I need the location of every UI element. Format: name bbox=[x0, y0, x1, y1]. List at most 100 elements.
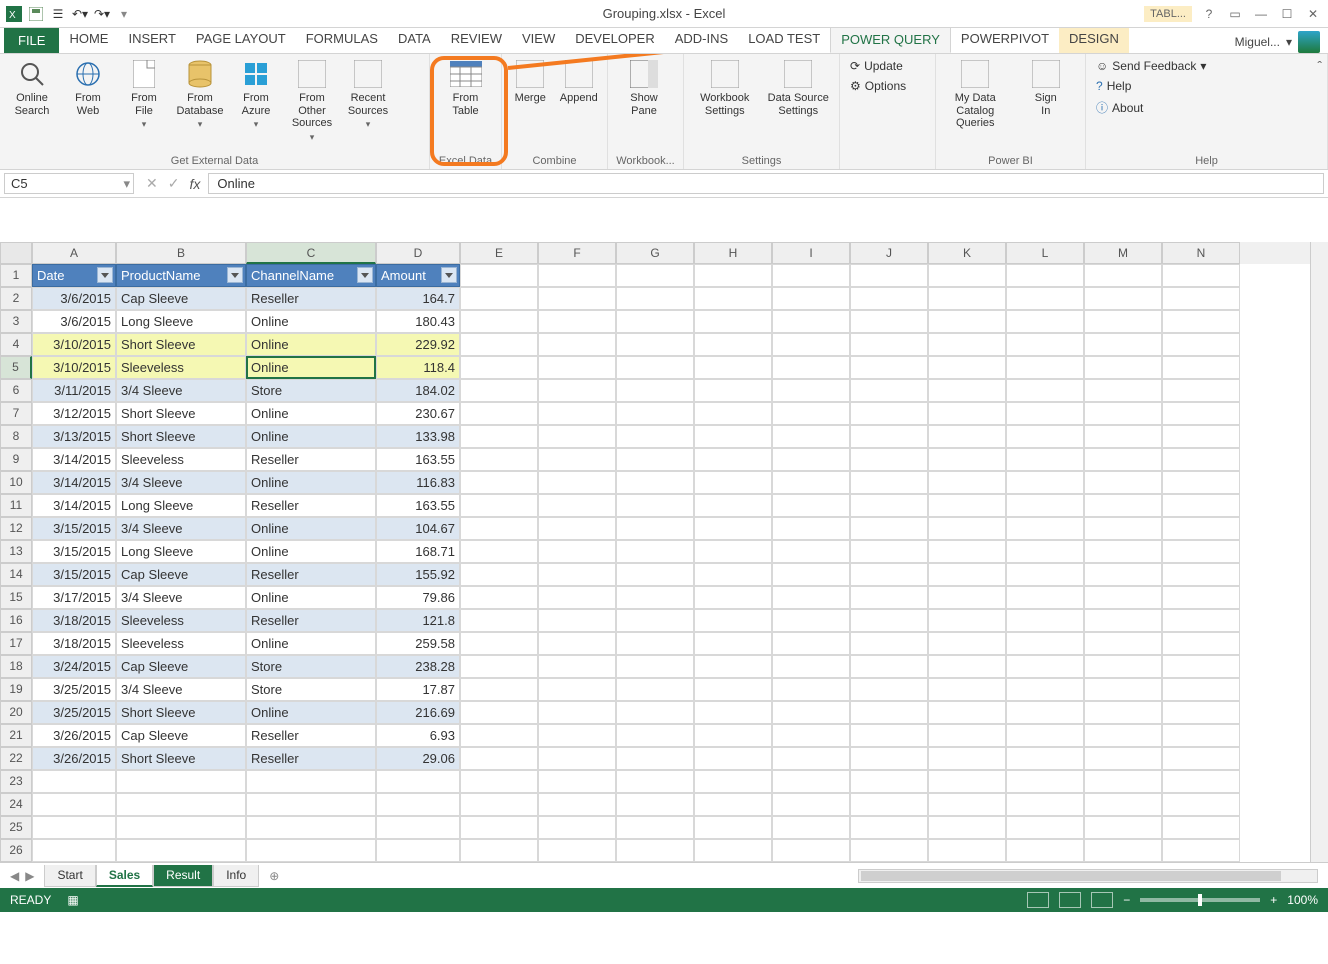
row-header[interactable]: 3 bbox=[0, 310, 32, 333]
cell[interactable]: 216.69 bbox=[376, 701, 460, 724]
cell[interactable]: Online bbox=[246, 517, 376, 540]
cell[interactable]: 3/13/2015 bbox=[32, 425, 116, 448]
cell[interactable]: 3/11/2015 bbox=[32, 379, 116, 402]
save-icon[interactable] bbox=[28, 6, 44, 22]
workbook-settings-button[interactable]: Workbook Settings bbox=[690, 58, 760, 117]
row-header[interactable]: 4 bbox=[0, 333, 32, 356]
tab-data[interactable]: DATA bbox=[388, 26, 441, 53]
cell[interactable]: 3/15/2015 bbox=[32, 563, 116, 586]
row-header[interactable]: 1 bbox=[0, 264, 32, 287]
cell[interactable]: 3/26/2015 bbox=[32, 747, 116, 770]
column-header-N[interactable]: N bbox=[1162, 242, 1240, 264]
add-sheet-button[interactable]: ⊕ bbox=[269, 869, 279, 883]
cell[interactable]: 3/15/2015 bbox=[32, 540, 116, 563]
from-database-button[interactable]: From Database▾ bbox=[174, 58, 226, 130]
row-header[interactable]: 8 bbox=[0, 425, 32, 448]
cell[interactable]: 6.93 bbox=[376, 724, 460, 747]
from-azure-button[interactable]: From Azure▾ bbox=[230, 58, 282, 130]
maximize-icon[interactable]: ☐ bbox=[1278, 5, 1296, 23]
formula-input[interactable]: Online bbox=[208, 173, 1324, 194]
cell[interactable]: 3/6/2015 bbox=[32, 310, 116, 333]
cell[interactable]: Online bbox=[246, 540, 376, 563]
cell[interactable]: Online bbox=[246, 402, 376, 425]
row-header[interactable]: 17 bbox=[0, 632, 32, 655]
column-header-F[interactable]: F bbox=[538, 242, 616, 264]
cell[interactable]: 3/14/2015 bbox=[32, 448, 116, 471]
cell[interactable]: 3/4 Sleeve bbox=[116, 379, 246, 402]
touch-mode-icon[interactable]: ☰ bbox=[50, 6, 66, 22]
column-header-B[interactable]: B bbox=[116, 242, 246, 264]
cell[interactable]: Online bbox=[246, 586, 376, 609]
filter-button[interactable] bbox=[357, 267, 373, 283]
cell[interactable]: 259.58 bbox=[376, 632, 460, 655]
row-header[interactable]: 19 bbox=[0, 678, 32, 701]
cell[interactable]: Store bbox=[246, 655, 376, 678]
cell[interactable]: Online bbox=[246, 632, 376, 655]
show-pane-button[interactable]: Show Pane bbox=[614, 58, 674, 117]
cell[interactable]: Short Sleeve bbox=[116, 747, 246, 770]
cell[interactable]: Long Sleeve bbox=[116, 310, 246, 333]
cell[interactable]: 3/24/2015 bbox=[32, 655, 116, 678]
cell[interactable]: Online bbox=[246, 356, 376, 379]
help-icon[interactable]: ? bbox=[1200, 5, 1218, 23]
tab-page-layout[interactable]: PAGE LAYOUT bbox=[186, 26, 296, 53]
from-web-button[interactable]: From Web bbox=[62, 58, 114, 117]
row-header[interactable]: 22 bbox=[0, 747, 32, 770]
cell[interactable]: Long Sleeve bbox=[116, 494, 246, 517]
chevron-down-icon[interactable]: ▾ bbox=[123, 176, 130, 192]
row-header[interactable]: 21 bbox=[0, 724, 32, 747]
filter-button[interactable] bbox=[227, 267, 243, 283]
data-source-settings-button[interactable]: Data Source Settings bbox=[764, 58, 834, 117]
cell[interactable]: Reseller bbox=[246, 747, 376, 770]
cell[interactable]: Sleeveless bbox=[116, 609, 246, 632]
row-header[interactable]: 24 bbox=[0, 793, 32, 816]
my-data-catalog-queries-button[interactable]: My Data Catalog Queries bbox=[942, 58, 1009, 130]
cell[interactable]: Store bbox=[246, 379, 376, 402]
user-name[interactable]: Miguel... bbox=[1235, 35, 1280, 49]
spreadsheet-grid[interactable]: ABCDEFGHIJKLMN 1DateProductNameChannelNa… bbox=[0, 242, 1328, 862]
cell[interactable]: 3/26/2015 bbox=[32, 724, 116, 747]
cell[interactable]: 164.7 bbox=[376, 287, 460, 310]
file-tab[interactable]: FILE bbox=[4, 28, 59, 53]
cell[interactable]: 3/25/2015 bbox=[32, 701, 116, 724]
cell[interactable]: 29.06 bbox=[376, 747, 460, 770]
cell[interactable]: Sleeveless bbox=[116, 356, 246, 379]
cell[interactable]: Reseller bbox=[246, 563, 376, 586]
sheet-tab-start[interactable]: Start bbox=[44, 865, 95, 887]
row-header[interactable]: 6 bbox=[0, 379, 32, 402]
cell[interactable]: 3/4 Sleeve bbox=[116, 586, 246, 609]
cell[interactable]: 79.86 bbox=[376, 586, 460, 609]
row-header[interactable]: 13 bbox=[0, 540, 32, 563]
tab-home[interactable]: HOME bbox=[59, 26, 118, 53]
cell[interactable]: Reseller bbox=[246, 494, 376, 517]
select-all-corner[interactable] bbox=[0, 242, 32, 264]
row-header[interactable]: 26 bbox=[0, 839, 32, 862]
cell[interactable]: Cap Sleeve bbox=[116, 655, 246, 678]
tab-add-ins[interactable]: ADD-INS bbox=[665, 26, 738, 53]
cell[interactable]: 3/18/2015 bbox=[32, 609, 116, 632]
chevron-down-icon[interactable]: ▾ bbox=[1286, 35, 1292, 49]
from-other-sources-button[interactable]: From Other Sources▾ bbox=[286, 58, 338, 142]
cell[interactable]: 155.92 bbox=[376, 563, 460, 586]
from-file-button[interactable]: From File▾ bbox=[118, 58, 170, 130]
cell[interactable]: 3/14/2015 bbox=[32, 494, 116, 517]
cell[interactable]: 3/10/2015 bbox=[32, 333, 116, 356]
cell[interactable]: 3/18/2015 bbox=[32, 632, 116, 655]
row-header[interactable]: 2 bbox=[0, 287, 32, 310]
tab-design[interactable]: DESIGN bbox=[1059, 26, 1129, 53]
cell[interactable]: Reseller bbox=[246, 448, 376, 471]
cell[interactable]: 229.92 bbox=[376, 333, 460, 356]
cell[interactable]: Online bbox=[246, 425, 376, 448]
minimize-icon[interactable]: — bbox=[1252, 5, 1270, 23]
cell[interactable]: 163.55 bbox=[376, 494, 460, 517]
name-box[interactable]: C5▾ bbox=[4, 173, 134, 194]
cell[interactable]: 163.55 bbox=[376, 448, 460, 471]
cell[interactable]: 180.43 bbox=[376, 310, 460, 333]
row-header[interactable]: 9 bbox=[0, 448, 32, 471]
cell[interactable]: 133.98 bbox=[376, 425, 460, 448]
tab-developer[interactable]: DEVELOPER bbox=[565, 26, 664, 53]
cell[interactable]: 3/4 Sleeve bbox=[116, 517, 246, 540]
cell[interactable]: 3/15/2015 bbox=[32, 517, 116, 540]
column-header-C[interactable]: C bbox=[246, 242, 376, 264]
row-header[interactable]: 14 bbox=[0, 563, 32, 586]
